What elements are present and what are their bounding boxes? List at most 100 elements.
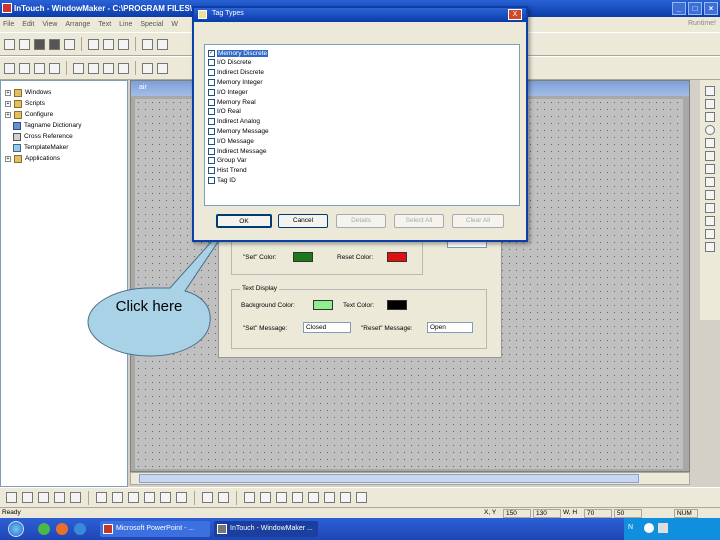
tree-item-templatemaker[interactable]: TemplateMaker <box>13 142 68 153</box>
set-message-input[interactable]: Closed <box>303 322 351 333</box>
new-icon[interactable] <box>4 38 15 50</box>
tray-language[interactable]: N <box>628 524 633 531</box>
redo-icon[interactable] <box>157 38 168 50</box>
tray-help-icon[interactable] <box>644 523 654 533</box>
close-icon[interactable]: × <box>704 2 718 15</box>
clear-all-button[interactable]: Clear All <box>452 214 504 228</box>
taskbar-powerpoint[interactable]: Microsoft PowerPoint - ... <box>100 521 210 537</box>
ellipse-icon[interactable] <box>705 125 715 135</box>
fill-color-icon[interactable] <box>157 62 168 74</box>
break-cell-icon[interactable] <box>340 492 351 503</box>
text-color-swatch[interactable] <box>387 300 407 310</box>
close-icon[interactable]: X <box>508 9 522 20</box>
rounded-rectangle-icon[interactable] <box>705 112 715 122</box>
window-properties-icon[interactable] <box>38 492 49 503</box>
tree-item-windows[interactable]: + Windows <box>5 87 51 98</box>
tag-type-item[interactable]: ✓ Memory Discrete <box>208 48 269 58</box>
tag-type-item[interactable]: I/O Discrete <box>208 58 251 68</box>
scrollbar-thumb[interactable] <box>139 474 639 483</box>
menu-arrange[interactable]: Arrange <box>65 21 90 28</box>
tag-type-item[interactable]: Hist Trend <box>208 166 247 176</box>
expand-icon[interactable]: + <box>5 111 11 118</box>
align-icon[interactable] <box>4 62 15 74</box>
expand-icon[interactable]: + <box>5 100 11 107</box>
align-right-icon[interactable] <box>128 492 139 503</box>
font-size-icon[interactable] <box>73 62 84 74</box>
align-top-icon[interactable] <box>144 492 155 503</box>
horizontal-scrollbar[interactable] <box>130 472 690 485</box>
tag-type-item[interactable]: I/O Message <box>208 136 254 146</box>
tag-type-item[interactable]: I/O Integer <box>208 87 248 97</box>
text-align-left-icon[interactable] <box>88 62 99 74</box>
space-horizontal-icon[interactable] <box>244 492 255 503</box>
tree-item-applications[interactable]: + Applications <box>5 153 60 164</box>
checkbox-icon[interactable] <box>208 98 215 106</box>
tag-type-item[interactable]: Memory Integer <box>208 77 263 87</box>
start-button-icon[interactable] <box>8 521 24 537</box>
checkbox-icon[interactable] <box>208 69 215 77</box>
details-button[interactable]: Details <box>336 214 386 228</box>
checkbox-icon[interactable] <box>208 78 215 86</box>
space-vertical-icon[interactable] <box>260 492 271 503</box>
ie-icon[interactable] <box>74 523 86 535</box>
checkbox-icon[interactable] <box>208 167 215 175</box>
runtime-menu[interactable]: Runtime! <box>688 20 716 27</box>
copy-icon[interactable] <box>103 38 114 50</box>
line-color-icon[interactable] <box>142 62 153 74</box>
save-all-icon[interactable] <box>49 38 60 50</box>
print-icon[interactable] <box>64 38 75 50</box>
checkbox-icon[interactable] <box>208 176 215 184</box>
text-tool-icon[interactable] <box>705 190 715 200</box>
select-arrow-icon[interactable] <box>705 86 715 96</box>
menu-view[interactable]: View <box>42 21 57 28</box>
align-center-icon[interactable] <box>112 492 123 503</box>
rotate-icon[interactable] <box>276 492 287 503</box>
undo-icon[interactable] <box>142 38 153 50</box>
menu-edit[interactable]: Edit <box>22 21 34 28</box>
menu-special[interactable]: Special <box>140 21 163 28</box>
open-icon[interactable] <box>19 38 30 50</box>
tree-item-cross-reference[interactable]: Cross Reference <box>13 131 73 142</box>
menu-line[interactable]: Line <box>119 21 132 28</box>
paste-icon[interactable] <box>118 38 129 50</box>
maximize-icon[interactable]: □ <box>688 2 702 15</box>
checkbox-icon[interactable] <box>208 88 215 96</box>
tag-type-item[interactable]: Group Var <box>208 156 247 166</box>
ok-button[interactable]: OK <box>216 214 272 228</box>
checkbox-icon[interactable]: ✓ <box>208 49 215 57</box>
taskbar-intouch[interactable]: InTouch - WindowMaker ... <box>214 521 318 537</box>
flip-vertical-icon[interactable] <box>308 492 319 503</box>
text-align-right-icon[interactable] <box>118 62 129 74</box>
bitmap-icon[interactable] <box>705 203 715 213</box>
checkbox-icon[interactable] <box>208 59 215 67</box>
trend-icon[interactable] <box>705 229 715 239</box>
align-middle-icon[interactable] <box>160 492 171 503</box>
button-tool-icon[interactable] <box>705 216 715 226</box>
background-color-swatch[interactable] <box>313 300 333 310</box>
checkbox-icon[interactable] <box>208 108 215 116</box>
underline-icon[interactable] <box>49 62 60 74</box>
firefox-icon[interactable] <box>56 523 68 535</box>
window-icon[interactable] <box>22 492 33 503</box>
cut-icon[interactable] <box>88 38 99 50</box>
wizard-icon[interactable] <box>705 242 715 252</box>
menu-text[interactable]: Text <box>98 21 111 28</box>
reshape-icon[interactable] <box>356 492 367 503</box>
minimize-icon[interactable]: _ <box>672 2 686 15</box>
group-icon[interactable] <box>54 492 65 503</box>
checkbox-icon[interactable] <box>208 157 215 165</box>
checkbox-icon[interactable] <box>208 127 215 135</box>
reset-color-swatch[interactable] <box>387 252 407 262</box>
bold-icon[interactable] <box>19 62 30 74</box>
align-left-icon[interactable] <box>96 492 107 503</box>
reset-message-input[interactable]: Open <box>427 322 473 333</box>
tag-type-item[interactable]: Indirect Analog <box>208 117 260 127</box>
align-bottom-icon[interactable] <box>176 492 187 503</box>
checkbox-icon[interactable] <box>208 118 215 126</box>
cancel-button[interactable]: Cancel <box>278 214 328 228</box>
expand-icon[interactable]: + <box>5 155 11 162</box>
wizard-icon[interactable] <box>6 492 17 503</box>
tray-network-icon[interactable] <box>658 523 668 533</box>
tree-item-tagname-dictionary[interactable]: Tagname Dictionary <box>13 120 81 131</box>
tag-type-item[interactable]: Memory Real <box>208 97 256 107</box>
